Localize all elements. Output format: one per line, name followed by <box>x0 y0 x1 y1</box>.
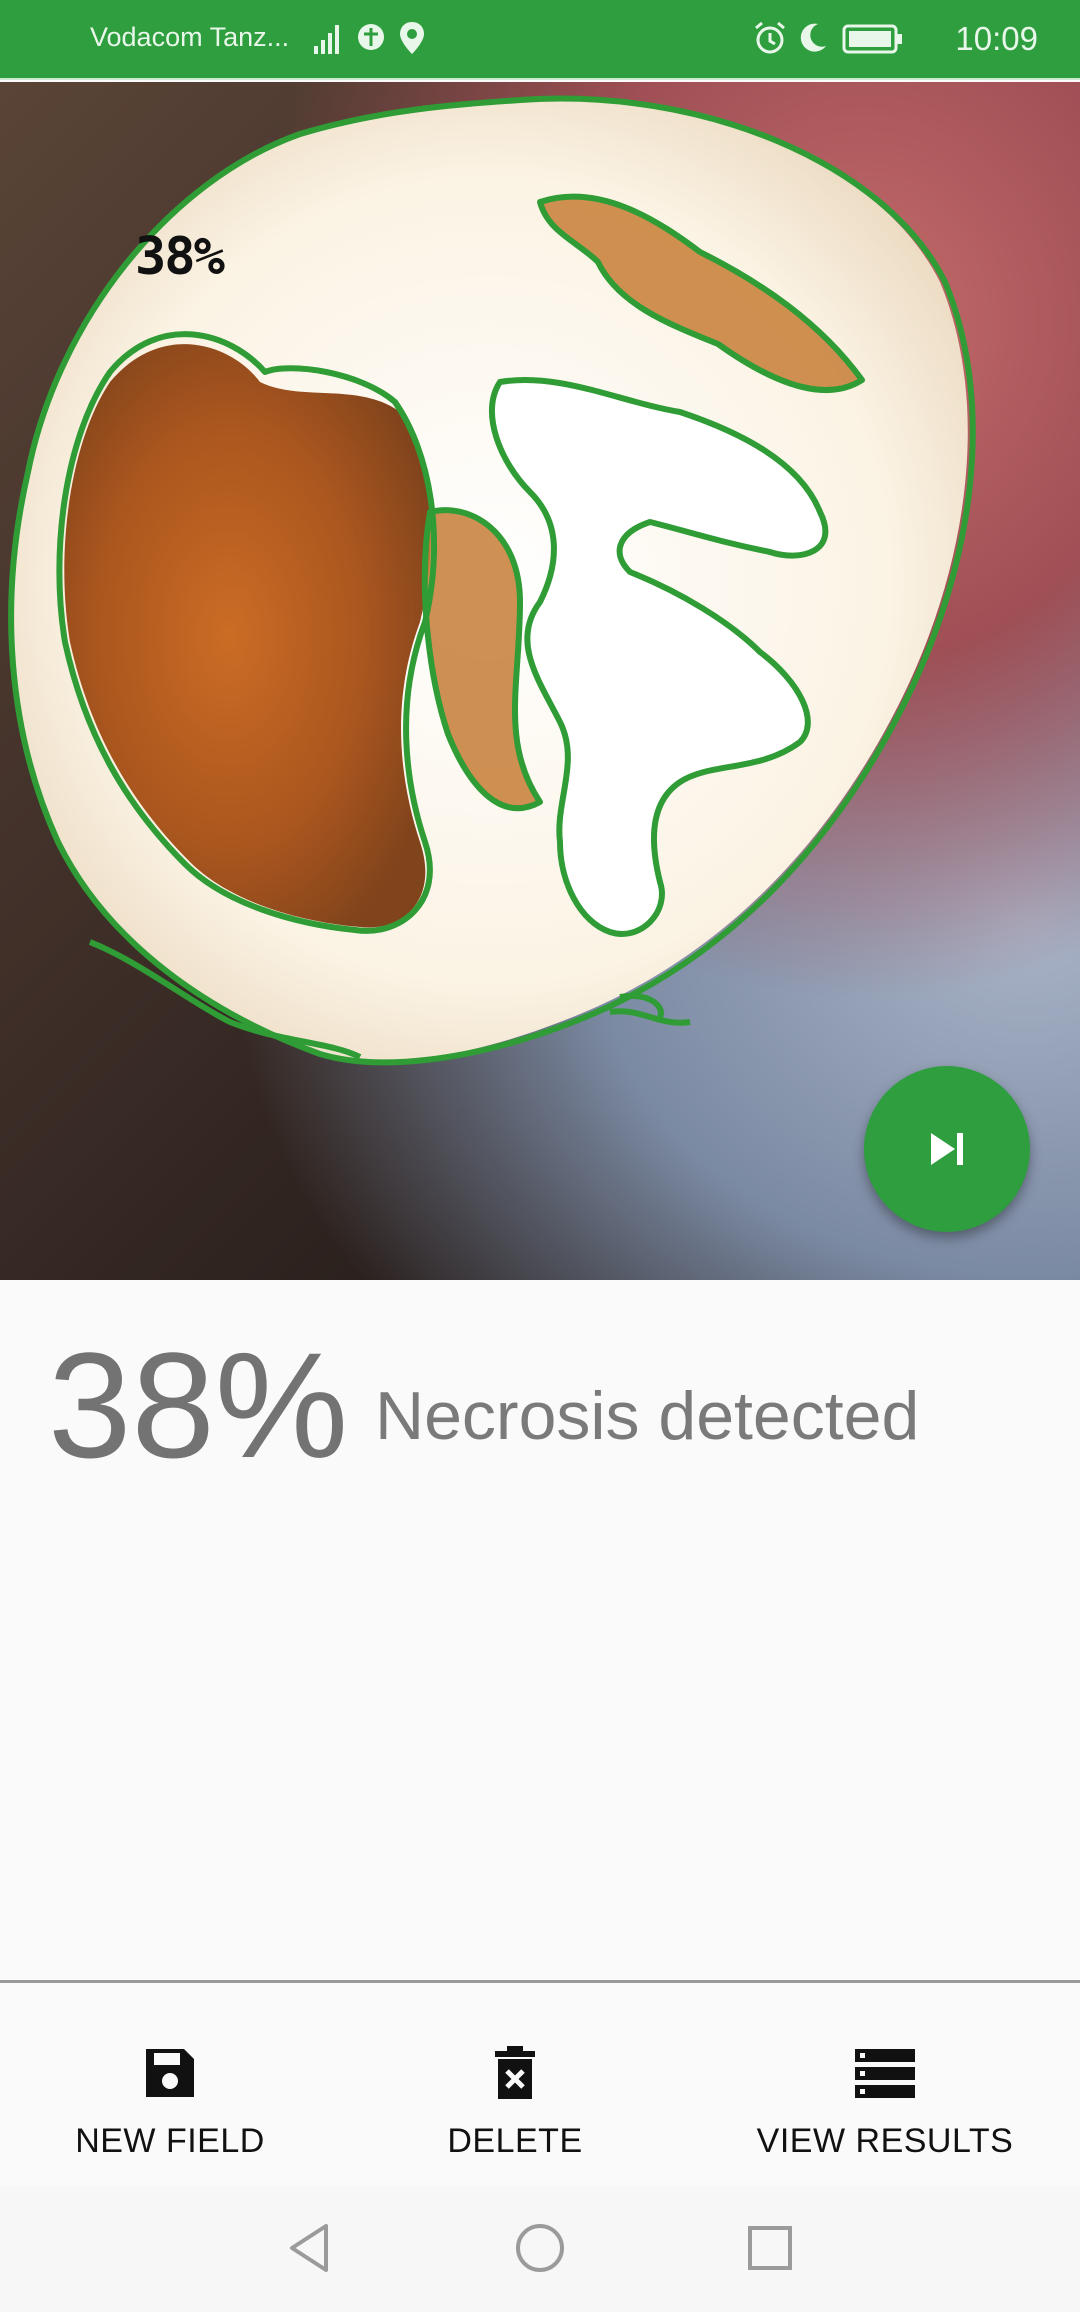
system-navigation-bar <box>0 2186 1080 2312</box>
back-icon[interactable] <box>280 2218 340 2278</box>
new-field-label: NEW FIELD <box>75 2122 265 2160</box>
carrier-name: Vodacom Tanz... <box>90 22 290 52</box>
view-results-button[interactable]: VIEW RESULTS <box>755 2043 1015 2161</box>
home-icon[interactable] <box>510 2218 570 2278</box>
delete-label: DELETE <box>447 2122 583 2160</box>
necrosis-label: Necrosis detected <box>375 1378 920 1454</box>
recents-icon[interactable] <box>740 2218 800 2278</box>
delete-icon <box>495 2046 535 2099</box>
necrosis-percent: 38% <box>48 1321 349 1489</box>
data-icon <box>358 24 384 50</box>
list-icon <box>855 2049 915 2098</box>
view-results-label: VIEW RESULTS <box>756 2122 1014 2160</box>
skip-next-button[interactable] <box>864 1066 1030 1232</box>
moon-icon <box>800 23 826 52</box>
overlay-percent-label: 38% <box>135 227 225 287</box>
battery-icon <box>842 24 902 54</box>
skip-next-icon <box>931 1133 963 1165</box>
new-field-button[interactable]: NEW FIELD <box>60 2043 280 2161</box>
save-icon <box>146 2049 194 2097</box>
location-icon <box>400 22 424 54</box>
status-bar: Vodacom Tanz... 10:09 <box>0 0 1080 80</box>
clock: 10:09 <box>955 20 1038 57</box>
signal-icon <box>314 25 339 54</box>
delete-button[interactable]: DELETE <box>420 2043 610 2161</box>
alarm-icon <box>755 21 785 54</box>
bottom-action-bar: NEW FIELD DELETE VIEW RESULTS <box>0 1980 1080 2189</box>
